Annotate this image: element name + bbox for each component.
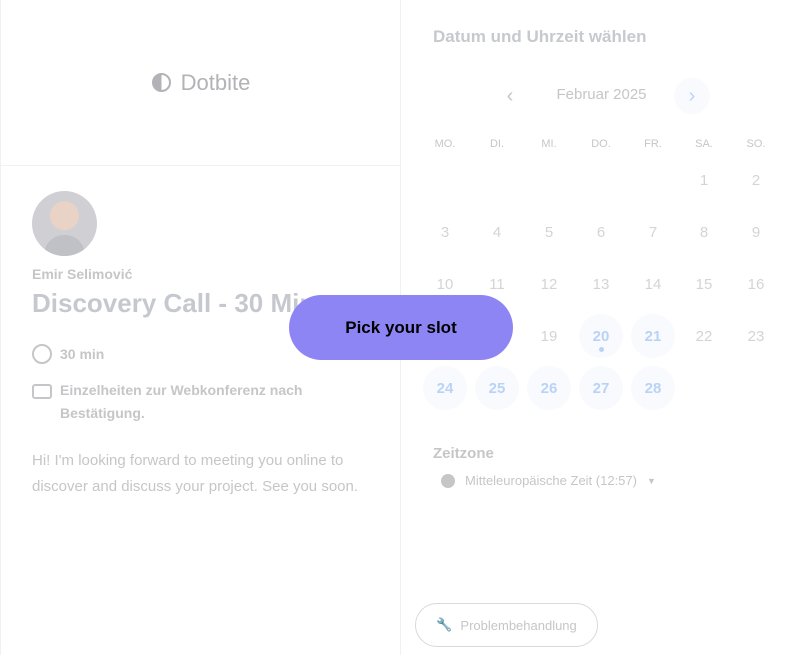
calendar-day: 3: [423, 210, 467, 254]
weekday-header: DI.: [489, 138, 505, 150]
day-number: 11: [489, 275, 505, 293]
day-number: 4: [492, 223, 502, 241]
day-number: 16: [747, 275, 765, 293]
calendar-day: 8: [682, 210, 726, 254]
today-indicator: [599, 347, 604, 352]
caret-down-icon: ▼: [646, 475, 656, 486]
calendar-day: 23: [734, 314, 778, 358]
calendar-day: 13: [579, 262, 623, 306]
weekday-header: MI.: [541, 138, 557, 150]
day-number: 15: [695, 275, 713, 293]
calendar-day: 12: [527, 262, 571, 306]
timezone-label: Zeitzone: [433, 445, 494, 462]
pick-slot-button[interactable]: Pick your slot: [289, 295, 513, 360]
duration-text: 30 min: [60, 346, 105, 362]
available-day[interactable]: 21: [631, 314, 675, 358]
troubleshoot-label: Problembehandlung: [460, 617, 577, 633]
event-description: Hi! I'm looking forward to meeting you o…: [32, 452, 359, 495]
event-title: Discovery Call - 30 Min: [32, 288, 316, 318]
weekday-header: DO.: [591, 138, 611, 150]
logo-icon: [151, 73, 171, 92]
available-day[interactable]: 26: [527, 366, 571, 410]
calendar-day: 19: [527, 314, 571, 358]
calendar-day: 9: [734, 210, 778, 254]
calendar-day: 1: [682, 158, 726, 202]
day-number: 8: [699, 223, 709, 241]
host-name: Emir Selimović: [32, 266, 133, 282]
month-label: Februar 2025: [556, 86, 647, 103]
brand-logo: Dotbite: [1, 0, 401, 166]
video-camera-icon: [32, 384, 52, 399]
calendar-day: 15: [682, 262, 726, 306]
calendar-day: 4: [475, 210, 519, 254]
weekday-header: SO.: [746, 138, 766, 150]
clock-icon: [32, 344, 52, 364]
location: Einzelheiten zur Webkonferenz nach Bestä…: [32, 379, 352, 425]
weekday-header: SA.: [695, 138, 713, 150]
calendar-day: 6: [579, 210, 623, 254]
available-day[interactable]: 27: [579, 366, 623, 410]
available-day[interactable]: 24: [423, 366, 467, 410]
avatar: [32, 191, 97, 256]
globe-icon: [441, 473, 455, 488]
chevron-right-icon: ›: [688, 84, 696, 107]
calendar-day: 22: [682, 314, 726, 358]
day-number: 24: [436, 379, 454, 397]
day-number: 22: [695, 327, 713, 345]
day-number: 19: [540, 327, 558, 345]
available-day[interactable]: 25: [475, 366, 519, 410]
day-number: 13: [592, 275, 610, 293]
wrench-icon: 🔧: [436, 617, 453, 632]
day-number: 3: [440, 223, 450, 241]
timezone-select[interactable]: Mitteleuropäische Zeit (12:57) ▼: [441, 473, 656, 488]
day-number: 6: [596, 223, 606, 241]
calendar-day: 14: [631, 262, 675, 306]
available-day[interactable]: 28: [631, 366, 675, 410]
day-number: 25: [488, 379, 506, 397]
day-number: 5: [544, 223, 554, 241]
day-number: 1: [699, 171, 709, 189]
troubleshoot-button[interactable]: 🔧 Problembehandlung: [415, 603, 598, 647]
day-number: 20: [592, 327, 610, 345]
day-number: 23: [747, 327, 765, 345]
weekday-header: MO.: [434, 138, 456, 150]
location-text: Einzelheiten zur Webkonferenz nach Bestä…: [60, 382, 303, 421]
day-number: 28: [644, 379, 662, 397]
calendar-heading: Datum und Uhrzeit wählen: [433, 27, 647, 46]
brand-name: Dotbite: [180, 69, 251, 95]
day-number: 9: [751, 223, 761, 241]
weekday-header: FR.: [644, 138, 662, 150]
timezone-value: Mitteleuropäische Zeit (12:57): [465, 473, 637, 488]
day-number: 27: [592, 379, 610, 397]
calendar-day: 2: [734, 158, 778, 202]
available-day[interactable]: 20: [579, 314, 623, 358]
next-month-button[interactable]: ›: [674, 78, 710, 114]
day-number: 7: [648, 223, 658, 241]
calendar-day: 7: [631, 210, 675, 254]
duration: 30 min: [32, 343, 104, 366]
day-number: 26: [540, 379, 558, 397]
day-number: 10: [436, 275, 454, 293]
day-number: 21: [644, 327, 662, 345]
day-number: 2: [751, 171, 761, 189]
calendar-day: 16: [734, 262, 778, 306]
day-number: 12: [540, 275, 558, 293]
day-number: 14: [644, 275, 662, 293]
calendar-day: 5: [527, 210, 571, 254]
